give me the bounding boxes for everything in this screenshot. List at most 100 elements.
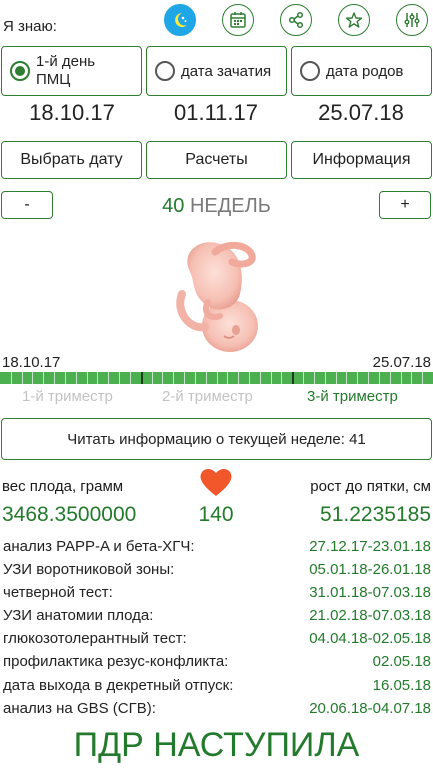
plus-week-button[interactable]: + xyxy=(379,191,431,219)
progress-week-tick xyxy=(195,372,196,384)
calculations-button[interactable]: Расчеты xyxy=(146,141,287,179)
radio-first-day-pmc[interactable]: 1-й день ПМЦ xyxy=(1,46,142,96)
progress-week-tick xyxy=(379,372,380,384)
progress-week-tick xyxy=(11,372,12,384)
schedule-row: дата выхода в декретный отпуск: 16.05.18 xyxy=(3,677,431,699)
schedule-row: анализ PAPP-A и бета-ХГЧ: 27.12.17-23.01.… xyxy=(3,538,431,560)
schedule-row: профилактика резус-конфликта: 02.05.18 xyxy=(3,653,431,675)
progress-week-tick xyxy=(390,372,391,384)
progress-week-tick xyxy=(130,372,131,384)
radio-due-date[interactable]: дата родов xyxy=(291,46,432,96)
progress-week-tick xyxy=(357,372,358,384)
select-date-button[interactable]: Выбрать дату xyxy=(1,141,142,179)
progress-week-tick xyxy=(368,372,369,384)
schedule-row: глюкозотолерантный тест: 04.04.18-02.05.1… xyxy=(3,630,431,652)
progress-week-tick xyxy=(65,372,66,384)
schedule-label: профилактика резус-конфликта: xyxy=(3,653,229,670)
share-icon[interactable] xyxy=(280,4,312,36)
schedule-value: 20.06.18-04.07.18 xyxy=(309,700,431,717)
schedule-label: анализ на GBS (СГВ): xyxy=(3,700,156,717)
progress-week-tick xyxy=(217,372,218,384)
trimester-2-label: 2-й триместр xyxy=(162,388,253,405)
progress-week-tick xyxy=(314,372,315,384)
progress-week-tick xyxy=(281,372,282,384)
pregnancy-progress-bar xyxy=(0,372,433,384)
progress-week-tick xyxy=(43,372,44,384)
due-date-reached-banner: ПДР НАСТУПИЛА xyxy=(73,726,360,764)
week-number: 40 xyxy=(162,195,185,217)
due-date-value: 25.07.18 xyxy=(318,100,404,125)
schedule-value: 27.12.17-23.01.18 xyxy=(309,538,431,555)
progress-week-tick xyxy=(260,372,261,384)
progress-week-tick xyxy=(54,372,55,384)
fetus-weight-value: 3468.3500000 xyxy=(2,503,137,526)
information-button[interactable]: Информация xyxy=(291,141,432,179)
progress-week-tick xyxy=(87,372,88,384)
fetus-height-label: рост до пятки, см xyxy=(310,478,431,495)
radio-unchecked-indicator[interactable] xyxy=(155,61,175,81)
schedule-row: четверной тест: 31.01.18-07.03.18 xyxy=(3,584,431,606)
schedule-label: глюкозотолерантный тест: xyxy=(3,630,187,647)
progress-week-tick xyxy=(22,372,23,384)
schedule-label: УЗИ воротниковой зоны: xyxy=(3,561,175,578)
schedule-label: четверной тест: xyxy=(3,584,113,601)
progress-week-tick xyxy=(119,372,120,384)
schedule-label: анализ PAPP-A и бета-ХГЧ: xyxy=(3,538,195,555)
radio-unchecked-indicator[interactable] xyxy=(300,61,320,81)
fetus-illustration xyxy=(160,232,270,357)
heart-icon xyxy=(199,467,233,497)
progress-week-tick xyxy=(411,372,412,384)
progress-week-tick xyxy=(227,372,228,384)
schedule-value: 04.04.18-02.05.18 xyxy=(309,630,431,647)
progress-week-tick xyxy=(401,372,402,384)
schedule-row: УЗИ воротниковой зоны: 05.01.18-26.01.18 xyxy=(3,561,431,583)
progress-week-tick xyxy=(336,372,337,384)
progress-week-tick xyxy=(303,372,304,384)
radio-conception-date[interactable]: дата зачатия xyxy=(146,46,287,96)
first-day-date-value: 18.10.17 xyxy=(29,100,115,125)
progress-week-tick xyxy=(152,372,153,384)
schedule-value: 16.05.18 xyxy=(372,677,431,694)
radio-label-first-day: 1-й день ПМЦ xyxy=(36,53,96,88)
top-toolbar xyxy=(160,2,432,38)
conception-date-value: 01.11.17 xyxy=(173,100,258,125)
progress-week-tick xyxy=(173,372,174,384)
calendar-icon[interactable] xyxy=(222,4,254,36)
schedule-label: дата выхода в декретный отпуск: xyxy=(3,677,234,694)
minus-week-button[interactable]: - xyxy=(1,191,53,219)
trimester-3-label: 3-й триместр xyxy=(307,388,398,405)
progress-week-tick xyxy=(206,372,207,384)
radio-label-conception: дата зачатия xyxy=(181,62,272,80)
schedule-row: анализ на GBS (СГВ): 20.06.18-04.07.18 xyxy=(3,700,431,722)
fetus-height-value: 51.2235185 xyxy=(320,503,431,526)
week-unit: НЕДЕЛЬ xyxy=(189,195,271,217)
progress-week-tick xyxy=(97,372,98,384)
progress-week-tick xyxy=(184,372,185,384)
schedule-row: УЗИ анатомии плода: 21.02.18-07.03.18 xyxy=(3,607,431,629)
schedule-label: УЗИ анатомии плода: xyxy=(3,607,154,624)
radio-label-due-date: дата родов xyxy=(326,62,404,80)
progress-week-tick xyxy=(32,372,33,384)
progress-week-tick xyxy=(325,372,326,384)
fetus-weight-label: вес плода, грамм xyxy=(2,478,124,495)
star-icon[interactable] xyxy=(338,4,370,36)
week-counter: 40 НЕДЕЛЬ xyxy=(140,195,293,218)
timeline-start-date: 18.10.17 xyxy=(2,354,61,371)
progress-week-tick xyxy=(108,372,109,384)
schedule-value: 05.01.18-26.01.18 xyxy=(309,561,431,578)
trimester-1-label: 1-й триместр xyxy=(22,388,113,405)
settings-sliders-icon[interactable] xyxy=(396,4,428,36)
schedule-value: 31.01.18-07.03.18 xyxy=(309,584,431,601)
progress-week-tick xyxy=(238,372,239,384)
timeline-end-date: 25.07.18 xyxy=(372,354,431,371)
trimester-boundary-marker xyxy=(141,372,143,384)
read-week-info-button[interactable]: Читать информацию о текущей неделе: 41 xyxy=(1,418,432,460)
schedule-value: 21.02.18-07.03.18 xyxy=(309,607,431,624)
progress-week-tick xyxy=(249,372,250,384)
progress-week-tick xyxy=(271,372,272,384)
progress-week-tick xyxy=(422,372,423,384)
heartbeat-value: 140 xyxy=(198,503,234,526)
progress-week-tick xyxy=(76,372,77,384)
calendar-app-icon[interactable] xyxy=(164,4,196,36)
radio-checked-indicator[interactable] xyxy=(10,61,30,81)
